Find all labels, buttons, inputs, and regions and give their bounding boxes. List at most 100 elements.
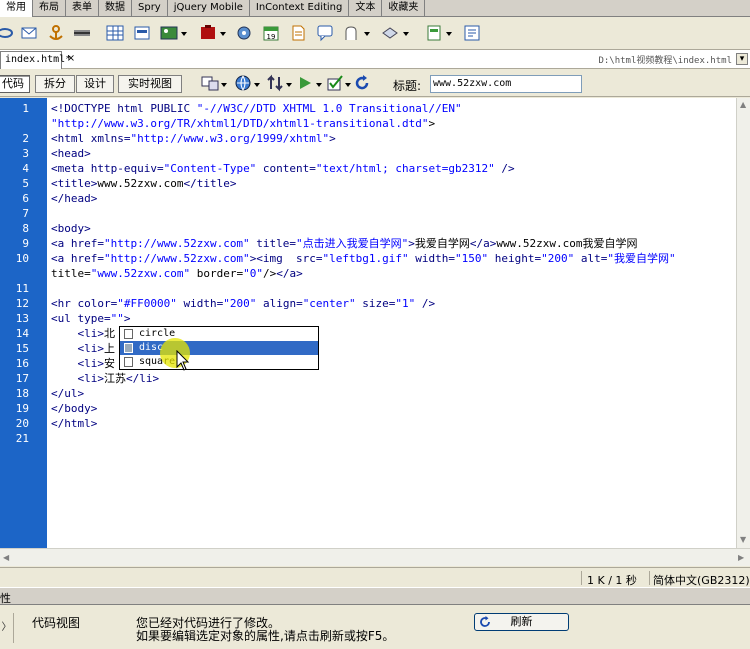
code-line[interactable]: </head> — [51, 191, 676, 206]
line-number: 3 — [22, 147, 29, 160]
tab-layout[interactable]: 布局 — [33, 0, 66, 17]
code-line[interactable]: <li>江苏</li> — [51, 371, 676, 386]
code-line[interactable]: <body> — [51, 221, 676, 236]
code-line[interactable]: <head> — [51, 146, 676, 161]
code-editor[interactable]: <!DOCTYPE html PUBLIC "-//W3C//DTD XHTML… — [0, 98, 750, 548]
preview-in-browser-icon[interactable] — [234, 74, 252, 92]
multiscreen-icon[interactable] — [201, 74, 219, 92]
tab-incontext-editing[interactable]: InContext Editing — [250, 0, 350, 17]
title-input[interactable]: www.52zxw.com — [430, 75, 582, 93]
close-icon[interactable]: × — [66, 54, 76, 64]
status-divider — [649, 571, 650, 585]
comment-icon[interactable] — [316, 24, 334, 42]
document-tab[interactable]: index.html* — [0, 51, 71, 69]
code-line[interactable]: <ul type=""> — [51, 311, 676, 326]
line-number: 4 — [22, 162, 29, 175]
tab-data[interactable]: 数据 — [99, 0, 132, 17]
code-line[interactable]: title="www.52zxw.com" border="0"/></a> — [51, 266, 676, 281]
code-line[interactable]: <a href="http://www.52zxw.com" title="点击… — [51, 236, 676, 251]
design-view-button[interactable]: 设计 — [76, 75, 114, 93]
templates-icon[interactable] — [425, 24, 443, 42]
expand-toggle-icon[interactable]: 〉 — [0, 613, 14, 643]
tab-favorites[interactable]: 收藏夹 — [382, 0, 426, 17]
file-management-icon[interactable] — [266, 74, 284, 92]
code-line[interactable]: </html> — [51, 416, 676, 431]
tab-forms[interactable]: 表单 — [66, 0, 99, 17]
scroll-down-icon[interactable]: ▼ — [740, 535, 746, 544]
refresh-button-label: 刷新 — [510, 615, 533, 628]
head-dropdown-icon[interactable] — [364, 32, 370, 36]
hyperlink-icon[interactable] — [0, 24, 14, 42]
code-line[interactable]: <html xmlns="http://www.w3.org/1999/xhtm… — [51, 131, 676, 146]
hint-item-circle[interactable]: circle — [120, 327, 318, 341]
insert-toolbar: 19 — [0, 17, 750, 50]
tab-common[interactable]: 常用 — [0, 0, 33, 17]
live-code-dropdown-icon[interactable] — [316, 83, 322, 87]
live-code-icon[interactable] — [297, 74, 315, 92]
tab-text[interactable]: 文本 — [349, 0, 383, 17]
div-icon[interactable] — [133, 24, 151, 42]
insert-panel-tabs: 常用 布局 表单 数据 Spry jQuery Mobile InContext… — [0, 0, 750, 17]
status-bar: 1 K / 1 秒 简体中文(GB2312) — [0, 567, 750, 587]
code-line[interactable] — [51, 281, 676, 296]
templates-dropdown-icon[interactable] — [446, 32, 452, 36]
code-line[interactable] — [51, 206, 676, 221]
scroll-left-icon[interactable]: ◀ — [3, 553, 9, 562]
scroll-up-icon[interactable]: ▲ — [740, 100, 746, 109]
server-side-include-icon[interactable] — [289, 24, 307, 42]
line-number: 12 — [15, 297, 29, 310]
code-view-button[interactable]: 代码 — [0, 75, 30, 93]
code-line[interactable]: </ul> — [51, 386, 676, 401]
compatibility-dropdown-icon[interactable] — [345, 83, 351, 87]
refresh-icon[interactable] — [353, 74, 371, 92]
line-number: 11 — [15, 282, 29, 295]
horizontal-rule-icon[interactable] — [73, 24, 91, 42]
script-icon[interactable] — [381, 24, 399, 42]
image-icon[interactable] — [160, 24, 178, 42]
line-number: 5 — [22, 177, 29, 190]
scroll-right-icon[interactable]: ▶ — [738, 553, 744, 562]
tab-jquery-mobile[interactable]: jQuery Mobile — [168, 0, 250, 17]
code-content[interactable]: <!DOCTYPE html PUBLIC "-//W3C//DTD XHTML… — [51, 101, 676, 446]
multiscreen-dropdown-icon[interactable] — [221, 83, 227, 87]
vertical-scrollbar[interactable]: ▲ ▼ — [736, 98, 750, 548]
script-dropdown-icon[interactable] — [403, 32, 409, 36]
line-number: 19 — [15, 402, 29, 415]
live-view-button[interactable]: 实时视图 — [118, 75, 182, 93]
check-browser-compatibility-icon[interactable] — [326, 74, 344, 92]
code-line[interactable]: <a href="http://www.52zxw.com"><img src=… — [51, 251, 676, 266]
media-dropdown-icon[interactable] — [220, 32, 226, 36]
image-dropdown-icon[interactable] — [181, 32, 187, 36]
code-line[interactable] — [51, 431, 676, 446]
widget-icon[interactable] — [235, 24, 253, 42]
path-menu-button[interactable]: ▾ — [736, 53, 748, 65]
table-icon[interactable] — [106, 24, 124, 42]
code-line[interactable]: </body> — [51, 401, 676, 416]
code-line[interactable]: <meta http-equiv="Content-Type" content=… — [51, 161, 676, 176]
code-view-label: 代码视图 — [32, 616, 81, 630]
code-line[interactable]: <hr color="#FF0000" width="200" align="c… — [51, 296, 676, 311]
split-view-button[interactable]: 拆分 — [35, 75, 75, 93]
media-icon[interactable] — [199, 24, 217, 42]
horizontal-scrollbar[interactable]: ◀ ▶ — [0, 548, 750, 566]
svg-text:19: 19 — [267, 33, 276, 41]
line-number: 18 — [15, 387, 29, 400]
head-icon[interactable] — [342, 24, 360, 42]
hint-item-square[interactable]: square — [120, 355, 318, 369]
preview-dropdown-icon[interactable] — [254, 83, 260, 87]
code-line[interactable]: <title>www.52zxw.com</title> — [51, 176, 676, 191]
line-number: 17 — [15, 372, 29, 385]
properties-panel-header[interactable]: 性 — [0, 587, 750, 605]
hint-item-disc[interactable]: disc — [120, 341, 318, 355]
file-management-dropdown-icon[interactable] — [286, 83, 292, 87]
code-line[interactable]: <!DOCTYPE html PUBLIC "-//W3C//DTD XHTML… — [51, 101, 676, 116]
status-file-size: 1 K / 1 秒 — [587, 574, 637, 587]
tag-chooser-icon[interactable] — [463, 24, 481, 42]
code-line[interactable]: "http://www.w3.org/TR/xhtml1/DTD/xhtml1-… — [51, 116, 676, 131]
email-link-icon[interactable] — [20, 24, 38, 42]
date-icon[interactable]: 19 — [262, 24, 280, 42]
named-anchor-icon[interactable] — [47, 24, 65, 42]
refresh-button[interactable]: 刷新 — [474, 613, 569, 631]
line-number: 21 — [15, 432, 29, 445]
tab-spry[interactable]: Spry — [132, 0, 168, 17]
